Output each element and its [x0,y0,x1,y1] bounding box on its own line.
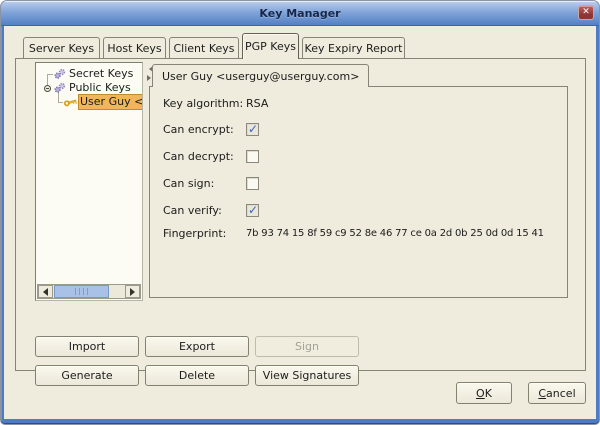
generate-button[interactable]: Generate [35,365,139,386]
scroll-left-icon [39,288,48,296]
scroll-left-button[interactable] [38,285,53,298]
key-detail-panel: Key algorithm: RSA Can encrypt: ✓ Can de… [149,86,568,298]
expand-handle[interactable] [44,85,51,92]
field-label: Can sign: [163,177,246,190]
close-icon: ✕ [582,8,590,17]
key-algorithm-row: Key algorithm: RSA [163,97,268,110]
ok-button[interactable]: OK [456,382,512,404]
key-detail-tab-label: User Guy <userguy@userguy.com> [162,70,359,83]
keypair-gears-icon [53,82,67,94]
check-icon: ✓ [248,203,258,217]
tree-horizontal-scrollbar[interactable] [37,284,141,299]
tab-label: Server Keys [29,42,94,55]
close-button[interactable]: ✕ [578,5,594,20]
fingerprint-row: Fingerprint: 7b 93 74 15 8f 59 c9 52 8e … [163,227,544,240]
key-tree: Secret Keys Public Keys [35,62,143,301]
tab-client-keys[interactable]: Client Keys [169,37,239,58]
can-sign-checkbox[interactable]: ✓ [246,177,259,190]
scroll-right-button[interactable] [125,285,140,298]
tab-pgp-keys[interactable]: PGP Keys [242,33,299,59]
sign-button[interactable]: Sign [255,336,359,357]
check-icon: ✓ [248,122,258,136]
can-verify-checkbox[interactable]: ✓ [246,204,259,217]
screen: Key Manager ✕ Server Keys Host Keys Clie… [0,0,600,425]
field-label: Can verify: [163,204,246,217]
tab-key-expiry-report[interactable]: Key Expiry Report [302,37,405,58]
can-sign-row: Can sign: ✓ [163,177,259,190]
can-decrypt-checkbox[interactable]: ✓ [246,150,259,163]
can-encrypt-row: Can encrypt: ✓ [163,123,259,136]
title-bar[interactable]: Key Manager ✕ [1,1,599,26]
delete-button[interactable]: Delete [145,365,249,386]
tab-label: Key Expiry Report [305,42,403,55]
field-label: Can decrypt: [163,150,246,163]
can-verify-row: Can verify: ✓ [163,204,259,217]
tab-label: PGP Keys [245,40,296,53]
scroll-right-icon [130,288,139,296]
view-signatures-button[interactable]: View Signatures [255,365,359,386]
fingerprint-value: 7b 93 74 15 8f 59 c9 52 8e 46 77 ce 0a 2… [246,228,544,239]
key-icon [63,97,78,108]
field-label: Key algorithm: [163,97,246,110]
can-decrypt-row: Can decrypt: ✓ [163,150,259,163]
tab-label: Client Keys [173,42,234,55]
field-label: Fingerprint: [163,227,246,240]
scrollbar-thumb[interactable] [54,285,109,298]
dialog-content: Server Keys Host Keys Client Keys PGP Ke… [4,26,596,419]
can-encrypt-checkbox[interactable]: ✓ [246,123,259,136]
tree-item-label: Public Keys [67,81,133,95]
key-algorithm-value: RSA [246,97,268,110]
tree-item-label: Secret Keys [67,67,135,81]
key-detail-tab[interactable]: User Guy <userguy@userguy.com> [152,64,369,87]
export-button[interactable]: Export [145,336,249,357]
tab-label: Host Keys [107,42,161,55]
key-manager-window: Key Manager ✕ Server Keys Host Keys Clie… [0,0,600,425]
tree-item-user-guy[interactable]: User Guy < [63,94,143,110]
tree-item-label: User Guy < [78,94,143,110]
window-title: Key Manager [259,7,340,20]
field-label: Can encrypt: [163,123,246,136]
import-button[interactable]: Import [35,336,139,357]
tab-host-keys[interactable]: Host Keys [103,37,166,58]
keypair-gears-icon [53,68,67,80]
tab-server-keys[interactable]: Server Keys [23,37,100,58]
pgp-keys-panel: Secret Keys Public Keys [15,58,586,371]
cancel-button[interactable]: Cancel [528,382,586,404]
